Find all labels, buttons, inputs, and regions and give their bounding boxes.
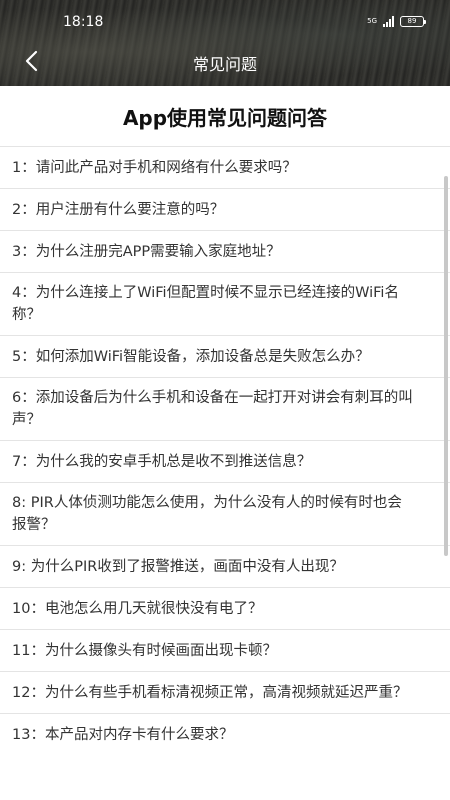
faq-item[interactable]: 2：用户注册有什么要注意的吗？	[0, 188, 450, 230]
signal-icon	[383, 15, 394, 27]
faq-item[interactable]: 4：为什么连接上了WiFi但配置时候不显示已经连接的WiFi名称？	[0, 272, 450, 335]
network-type-label: 5G	[367, 16, 377, 25]
nav-title: 常见问题	[192, 55, 257, 74]
faq-item[interactable]: 3：为什么注册完APP需要输入家庭地址？	[0, 230, 450, 272]
faq-item[interactable]: 12：为什么有些手机看标清视频正常，高清视频就延迟严重？	[0, 671, 450, 713]
battery-icon: 89	[400, 15, 426, 27]
faq-item[interactable]: 11：为什么摄像头有时候画面出现卡顿？	[0, 629, 450, 671]
navigation-bar: 常见问题	[0, 40, 450, 84]
faq-item[interactable]: 7：为什么我的安卓手机总是收不到推送信息？	[0, 440, 450, 482]
status-time: 18:18	[63, 14, 104, 30]
header-background: 18:18 5G 89 常见问题	[0, 0, 450, 86]
faq-item[interactable]: 1：请问此产品对手机和网络有什么要求吗？	[0, 146, 450, 188]
faq-item[interactable]: 5：如何添加WiFi智能设备，添加设备总是失败怎么办？	[0, 335, 450, 377]
faq-list: 1：请问此产品对手机和网络有什么要求吗？ 2：用户注册有什么要注意的吗？ 3：为…	[0, 146, 450, 755]
page-title: App使用常见问题问答	[0, 86, 450, 146]
faq-item[interactable]: 6：添加设备后为什么手机和设备在一起打开对讲会有刺耳的叫声？	[0, 377, 450, 440]
faq-item[interactable]: 13：本产品对内存卡有什么要求？	[0, 713, 450, 755]
faq-item[interactable]: 9: 为什么PIR收到了报警推送，画面中没有人出现？	[0, 545, 450, 587]
faq-item[interactable]: 8: PIR人体侦测功能怎么使用，为什么没有人的时候有时也会报警？	[0, 482, 450, 545]
scrollbar[interactable]	[444, 176, 448, 556]
system-icons: 5G 89	[367, 14, 426, 28]
faq-content[interactable]: App使用常见问题问答 1：请问此产品对手机和网络有什么要求吗？ 2：用户注册有…	[0, 86, 450, 800]
faq-item[interactable]: 10：电池怎么用几天就很快没有电了？	[0, 587, 450, 629]
status-bar: 18:18 5G 89	[0, 0, 450, 40]
